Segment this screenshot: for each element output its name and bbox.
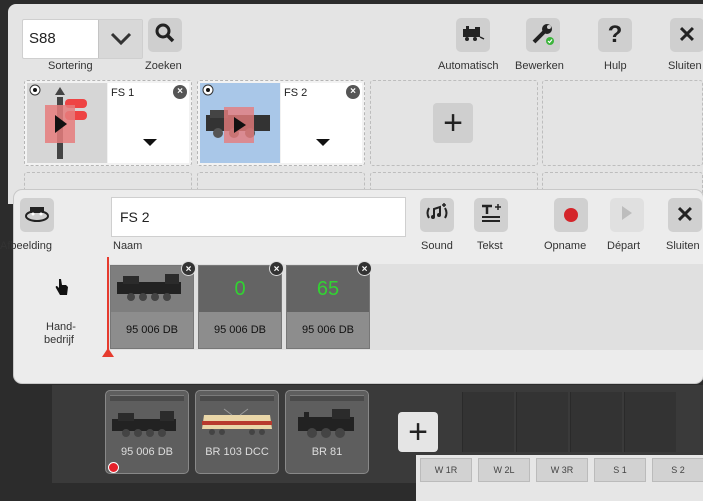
event-label: 95 006 DB xyxy=(214,324,266,336)
delete-icon[interactable]: × xyxy=(346,85,360,99)
route-card-fs1[interactable]: FS 1 × xyxy=(24,80,192,166)
tab-w3r[interactable]: W 3R xyxy=(536,458,588,482)
switch-tabs-bar: W 1R W 2L W 3R S 1 S 2 xyxy=(416,455,703,501)
loco-name: BR 81 xyxy=(311,446,343,458)
event-card-speed[interactable]: 65 95 006 DB × xyxy=(286,261,372,349)
close-label: Sluiten xyxy=(668,60,702,72)
sort-label: Sortering xyxy=(48,60,93,72)
steam-locomotive-image xyxy=(117,274,181,301)
play-icon xyxy=(620,205,634,226)
loco-name: BR 103 DCC xyxy=(205,446,269,458)
automatic-button[interactable] xyxy=(456,18,490,52)
automatic-label: Automatisch xyxy=(438,60,499,72)
event-label: 95 006 DB xyxy=(302,324,354,336)
text-icon xyxy=(479,202,503,229)
loco-card-95006[interactable]: 95 006 DB xyxy=(105,390,189,474)
route-name: FS 1 xyxy=(111,87,135,99)
locomotive-thumbnail xyxy=(200,83,280,163)
caret-down-icon[interactable] xyxy=(143,139,157,146)
record-button[interactable] xyxy=(554,198,588,232)
help-button[interactable]: ? xyxy=(598,18,632,52)
editor-close-button[interactable]: ✕ xyxy=(668,198,702,232)
event-label: 95 006 DB xyxy=(126,324,178,336)
event-value: 0 xyxy=(234,278,246,300)
edit-label: Bewerken xyxy=(515,60,564,72)
delete-icon[interactable]: × xyxy=(181,261,196,276)
close-icon: ✕ xyxy=(675,202,695,227)
loco-card-br81[interactable]: BR 81 xyxy=(285,390,369,474)
loco-card-br103[interactable]: BR 103 DCC xyxy=(195,390,279,474)
route-editor-window: Afbeelding Naam Sound Tekst Opname Dépar… xyxy=(0,190,703,383)
sound-label: Sound xyxy=(421,240,453,252)
name-label: Naam xyxy=(113,240,143,252)
search-icon xyxy=(154,22,176,49)
category-select-value: S88 xyxy=(29,30,56,47)
image-icon xyxy=(24,203,50,228)
route-name: FS 2 xyxy=(284,87,308,99)
search-button[interactable] xyxy=(148,18,182,52)
help-icon: ? xyxy=(607,21,623,48)
loco-name: 95 006 DB xyxy=(121,446,173,458)
steam-locomotive-image xyxy=(112,411,176,437)
editor-close-label: Sluiten xyxy=(666,240,700,252)
top-toolbar: S88 Sortering Zoeken Automatisch Bewerke… xyxy=(8,4,703,78)
delete-icon[interactable]: × xyxy=(173,85,187,99)
chevron-down-icon[interactable] xyxy=(98,20,142,58)
delete-icon[interactable]: × xyxy=(269,261,284,276)
electric-locomotive-image xyxy=(202,408,272,435)
search-label: Zoeken xyxy=(145,60,182,72)
tab-s1[interactable]: S 1 xyxy=(594,458,646,482)
hand-mode-label-1: Hand- xyxy=(46,321,76,333)
tab-w1r[interactable]: W 1R xyxy=(420,458,472,482)
close-button[interactable]: ✕ xyxy=(670,18,703,52)
hand-mode-label-2: bedrijf xyxy=(44,334,74,346)
depart-button[interactable] xyxy=(610,198,644,232)
event-card-direction[interactable]: 0 95 006 DB × xyxy=(198,261,284,349)
edit-button[interactable] xyxy=(526,18,560,52)
add-route-button[interactable]: + xyxy=(433,103,473,143)
signal-thumbnail xyxy=(27,83,107,163)
caret-down-icon[interactable] xyxy=(316,139,330,146)
locomotive-icon xyxy=(461,25,485,46)
sound-icon xyxy=(425,202,449,229)
route-name-input[interactable] xyxy=(111,197,406,237)
add-loco-button[interactable]: + xyxy=(398,412,438,452)
route-slots: FS 1 × FS 2 × + xyxy=(8,80,703,170)
tab-s2[interactable]: S 2 xyxy=(652,458,703,482)
delete-icon[interactable]: × xyxy=(357,261,372,276)
timeline-marker-icon[interactable] xyxy=(102,348,114,357)
record-label: Opname xyxy=(544,240,587,252)
wrench-icon xyxy=(531,21,555,50)
hand-pointer-icon xyxy=(54,278,70,303)
help-label: Hulp xyxy=(604,60,627,72)
event-card-loco[interactable]: 95 006 DB × xyxy=(110,261,196,349)
image-button[interactable] xyxy=(20,198,54,232)
tab-w2l[interactable]: W 2L xyxy=(478,458,530,482)
record-icon xyxy=(564,208,578,222)
tank-locomotive-image xyxy=(298,409,354,438)
empty-slot xyxy=(542,80,703,166)
route-card-fs2[interactable]: FS 2 × xyxy=(197,80,365,166)
text-button[interactable] xyxy=(474,198,508,232)
active-indicator xyxy=(108,462,119,473)
event-value: 65 xyxy=(316,278,340,300)
keyboard-window: S88 Sortering Zoeken Automatisch Bewerke… xyxy=(8,4,703,204)
timeline-cursor[interactable] xyxy=(107,257,109,352)
add-route-slot[interactable]: + xyxy=(370,80,538,166)
text-label: Tekst xyxy=(477,240,503,252)
category-select[interactable]: S88 xyxy=(22,19,143,59)
depart-label: Départ xyxy=(607,240,641,252)
close-icon: ✕ xyxy=(677,22,697,47)
image-label: Afbeelding xyxy=(0,240,52,252)
sound-button[interactable] xyxy=(420,198,454,232)
